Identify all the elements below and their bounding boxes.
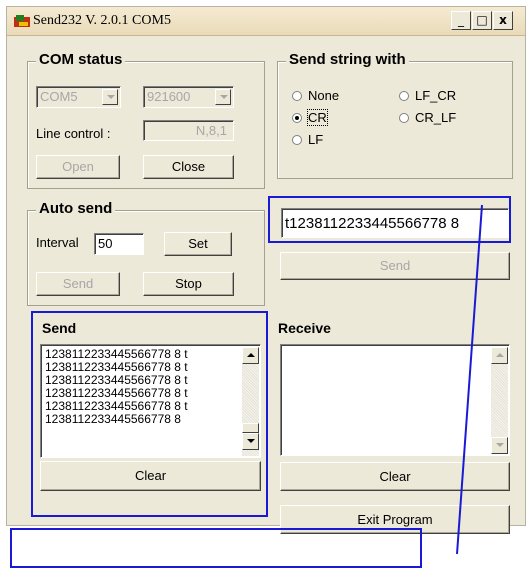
line-control-value: N,8,1 [195,123,227,138]
radio-cr-label: CR [307,109,328,126]
baud-select[interactable]: 921600 [143,86,234,108]
send-panel-highlight [31,311,268,517]
radio-lf[interactable] [292,135,302,145]
interval-input[interactable]: 50 [94,233,144,255]
line-control-field: N,8,1 [143,120,234,141]
receive-log-list[interactable] [280,344,510,456]
title-bar: Send232 V. 2.0.1 COM5 _ □ x [7,7,525,36]
com-status-title: COM status [36,51,126,68]
window-title: Send232 V. 2.0.1 COM5 [33,13,171,28]
send-string-button[interactable]: Send [280,252,510,280]
receive-panel-title: Receive [278,320,331,336]
receive-log-scrollbar[interactable] [491,347,508,454]
close-port-button[interactable]: Close [143,155,234,179]
baud-value: 921600 [147,89,191,104]
auto-send-button[interactable]: Send [36,272,120,296]
stop-button[interactable]: Stop [143,272,234,296]
interval-label: Interval [36,235,79,250]
port-value: COM5 [40,89,78,104]
chevron-down-icon[interactable] [102,89,118,105]
send-string-highlight [268,196,511,243]
auto-send-title: Auto send [36,200,116,217]
line-control-label: Line control : [36,126,111,141]
radio-cr[interactable] [292,113,302,123]
radio-cr-lf-label: CR_LF [415,110,457,125]
auto-send-group: Auto send Interval 50 Set Send Stop [27,200,265,306]
radio-none-label: None [308,88,340,103]
radio-lf-label: LF [308,132,324,147]
receive-clear-button[interactable]: Clear [280,462,510,491]
set-button[interactable]: Set [164,232,232,256]
close-window-button[interactable]: x [493,11,513,30]
send-string-with-title: Send string with [286,51,409,68]
chevron-down-icon[interactable] [215,89,231,105]
minimize-button[interactable]: _ [451,11,471,30]
send-string-with-group: Send string with None LF_CR CR CR_LF LF [277,51,513,179]
radio-lf-cr[interactable] [399,91,409,101]
maximize-button[interactable]: □ [472,11,492,30]
interval-value: 50 [98,236,113,251]
port-select[interactable]: COM5 [36,86,121,108]
com-status-group: COM status COM5 921600 Line control : N,… [27,51,265,189]
callout-box [10,528,422,568]
open-button[interactable]: Open [36,155,120,179]
radio-none[interactable] [292,91,302,101]
scroll-up-icon[interactable] [491,347,508,364]
app-icon [14,15,30,27]
radio-lf-cr-label: LF_CR [415,88,457,103]
scroll-down-icon[interactable] [491,437,508,454]
radio-cr-lf[interactable] [399,113,409,123]
